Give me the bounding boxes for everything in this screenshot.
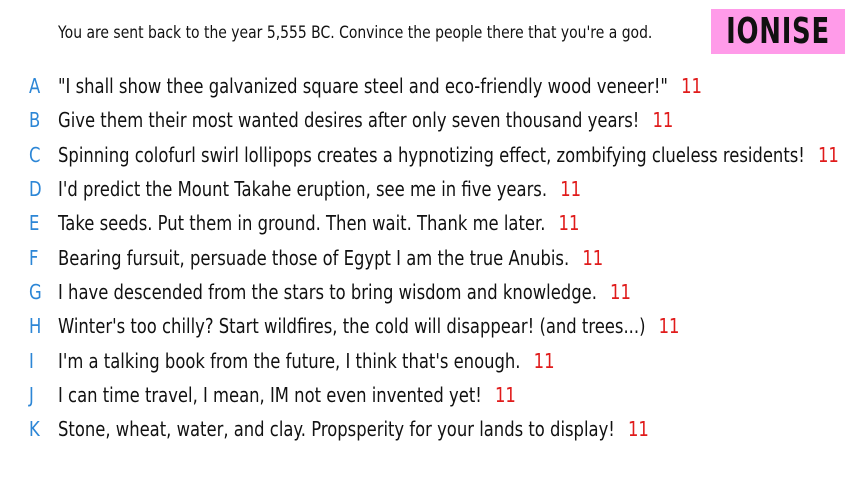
answer-row-e[interactable]: E Take seeds. Put them in ground. Then w… <box>0 206 853 240</box>
answer-content: Give them their most wanted desires afte… <box>58 108 673 132</box>
answer-letter: I <box>29 348 34 373</box>
answer-row-k[interactable]: K Stone, wheat, water, and clay. Propspe… <box>0 412 853 446</box>
answer-score: 11 <box>658 314 680 339</box>
question-prompt: You are sent back to the year 5,555 BC. … <box>58 23 653 43</box>
answer-text: Spinning colofurl swirl lollipops create… <box>58 142 805 167</box>
answer-letter: J <box>29 382 34 407</box>
answer-content: I'd predict the Mount Takahe eruption, s… <box>58 177 581 201</box>
answer-letter: K <box>29 417 40 442</box>
answer-text: Bearing fursuit, persuade those of Egypt… <box>58 245 570 270</box>
answer-letter: E <box>29 211 40 236</box>
answer-content: Spinning colofurl swirl lollipops create… <box>58 143 839 167</box>
answer-score: 11 <box>652 108 674 133</box>
answer-text: Take seeds. Put them in ground. Then wai… <box>58 211 546 236</box>
answer-row-h[interactable]: H Winter's too chilly? Start wildfires, … <box>0 309 853 343</box>
answer-letter: A <box>29 74 41 99</box>
answer-score: 11 <box>560 177 582 202</box>
answer-text: Winter's too chilly? Start wildfires, th… <box>58 314 646 339</box>
answer-score: 11 <box>681 74 702 99</box>
answer-row-a[interactable]: A "I shall show thee galvanized square s… <box>0 69 853 103</box>
answer-content: I have descended from the stars to bring… <box>58 280 631 304</box>
answer-letter: F <box>29 245 39 270</box>
answer-row-j[interactable]: J I can time travel, I mean, IM not even… <box>0 378 853 412</box>
answer-text: Give them their most wanted desires afte… <box>58 108 640 133</box>
answer-score: 11 <box>817 142 839 167</box>
answer-list: A "I shall show thee galvanized square s… <box>0 69 853 446</box>
answer-text: I can time travel, I mean, IM not even i… <box>58 382 482 407</box>
answer-row-i[interactable]: I I'm a talking book from the future, I … <box>0 343 853 377</box>
answer-score: 11 <box>533 348 555 373</box>
answer-letter: H <box>29 314 42 339</box>
answer-score: 11 <box>494 382 516 407</box>
game-logo: IONISE <box>711 9 845 54</box>
answer-letter: D <box>29 177 42 202</box>
answer-content: Winter's too chilly? Start wildfires, th… <box>58 314 679 338</box>
answer-row-g[interactable]: G I have descended from the stars to bri… <box>0 275 853 309</box>
answer-text: I'm a talking book from the future, I th… <box>58 348 521 373</box>
answer-text: "I shall show thee galvanized square ste… <box>58 74 668 99</box>
answer-letter: G <box>29 279 42 304</box>
answer-content: Take seeds. Put them in ground. Then wai… <box>58 211 579 235</box>
answer-row-f[interactable]: F Bearing fursuit, persuade those of Egy… <box>0 240 853 274</box>
answer-row-b[interactable]: B Give them their most wanted desires af… <box>0 103 853 137</box>
answer-row-d[interactable]: D I'd predict the Mount Takahe eruption,… <box>0 172 853 206</box>
answer-score: 11 <box>627 417 649 442</box>
answer-score: 11 <box>610 279 631 304</box>
answer-text: Stone, wheat, water, and clay. Propsperi… <box>58 417 615 442</box>
answer-letter: B <box>29 108 41 133</box>
answer-text: I have descended from the stars to bring… <box>58 279 597 304</box>
answer-text: I'd predict the Mount Takahe eruption, s… <box>58 177 548 202</box>
answer-content: I can time travel, I mean, IM not even i… <box>58 383 516 407</box>
answer-score: 11 <box>582 245 604 270</box>
answer-content: I'm a talking book from the future, I th… <box>58 349 555 373</box>
answer-content: Stone, wheat, water, and clay. Propsperi… <box>58 417 649 441</box>
answer-score: 11 <box>558 211 580 236</box>
answer-content: Bearing fursuit, persuade those of Egypt… <box>58 246 603 270</box>
answer-letter: C <box>29 142 41 167</box>
answer-content: "I shall show thee galvanized square ste… <box>58 74 702 98</box>
logo-text: IONISE <box>726 10 830 52</box>
answer-row-c[interactable]: C Spinning colofurl swirl lollipops crea… <box>0 138 853 172</box>
